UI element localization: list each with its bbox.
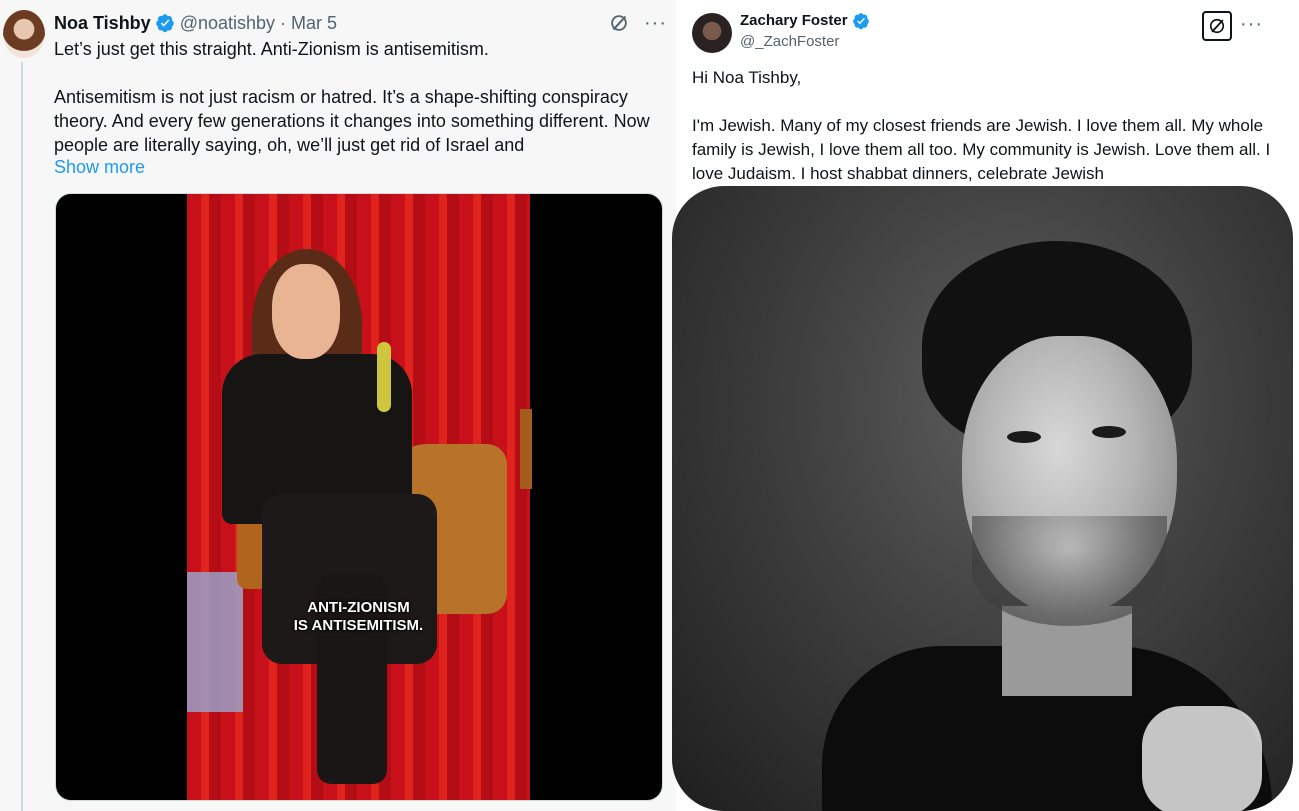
author-name[interactable]: Zachary Foster — [740, 11, 848, 31]
grok-icon[interactable] — [608, 12, 630, 34]
tweet-paragraph: I'm Jewish. Many of my closest friends a… — [692, 116, 1271, 183]
caption-line: IS ANTISEMITISM. — [293, 617, 424, 634]
author-handle[interactable]: @_ZachFoster — [740, 32, 839, 52]
chair — [520, 409, 532, 489]
caption-line: ANTI-ZIONISM — [307, 599, 410, 616]
author-name[interactable]: Noa Tishby — [54, 12, 151, 34]
eye — [1007, 431, 1041, 443]
verified-badge-icon — [155, 14, 174, 33]
verified-badge-icon — [852, 13, 869, 30]
eye — [1092, 426, 1126, 438]
video-media[interactable]: ANTI-ZIONISM IS ANTISEMITISM. — [55, 193, 663, 801]
thread-line — [21, 62, 23, 811]
tweet-date[interactable]: Mar 5 — [291, 12, 337, 34]
avatar[interactable] — [692, 13, 732, 53]
more-icon[interactable]: ··· — [644, 13, 667, 33]
tweet-actions-top: ··· — [608, 12, 667, 34]
grok-button[interactable] — [1202, 11, 1232, 41]
beard — [972, 516, 1167, 626]
author-handle[interactable]: @noatishby — [180, 12, 275, 34]
side-table — [187, 572, 243, 712]
video-caption: ANTI-ZIONISM IS ANTISEMITISM. — [187, 599, 530, 635]
show-more-link[interactable]: Show more — [54, 155, 145, 179]
tweet-header: Zachary Foster — [740, 11, 875, 31]
grok-icon — [1209, 18, 1225, 34]
tweet-paragraph: Antisemitism is not just racism or hatre… — [54, 87, 650, 155]
tweet-paragraph: Hi Noa Tishby, — [692, 68, 802, 87]
tweet-header: Noa Tishby @noatishby · Mar 5 — [54, 12, 337, 34]
more-icon[interactable]: ··· — [1240, 14, 1263, 34]
tweet-paragraph: Let’s just get this straight. Anti-Zioni… — [54, 39, 489, 59]
speaker-face — [272, 264, 340, 359]
separator: · — [280, 13, 287, 33]
shirt-highlight — [1142, 706, 1262, 811]
portrait-photo — [672, 186, 1293, 811]
tweet-text: Let’s just get this straight. Anti-Zioni… — [54, 37, 666, 181]
left-tweet: Noa Tishby @noatishby · Mar 5 ··· Let’s … — [0, 0, 676, 811]
microphone — [377, 342, 391, 412]
video-frame: ANTI-ZIONISM IS ANTISEMITISM. — [187, 194, 532, 800]
avatar[interactable] — [3, 10, 45, 58]
